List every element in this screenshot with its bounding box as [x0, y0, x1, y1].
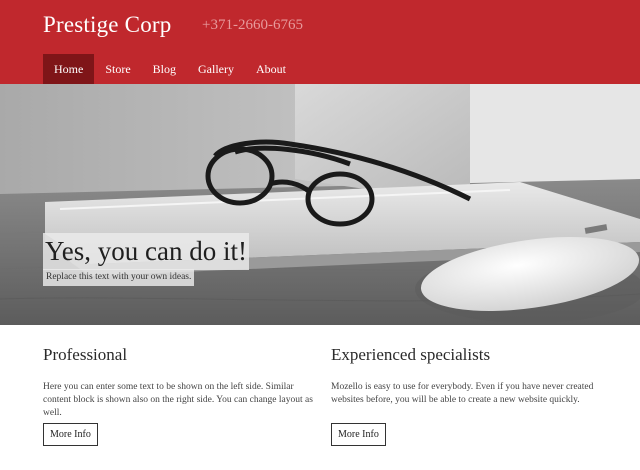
nav-gallery[interactable]: Gallery [187, 54, 245, 84]
nav-home[interactable]: Home [43, 54, 95, 84]
site-logo[interactable]: Prestige Corp [43, 12, 171, 38]
section-text-right: Mozello is easy to use for everybody. Ev… [331, 382, 594, 405]
site-header: Prestige Corp +371-2660-6765 Home Store … [0, 0, 640, 84]
more-info-button-left[interactable]: More Info [43, 423, 98, 446]
nav-about[interactable]: About [245, 54, 297, 84]
section-heading-right: Experienced specialists [331, 345, 491, 364]
hero-subtitle: Replace this text with your own ideas. [43, 269, 195, 286]
hero-title: Yes, you can do it! [43, 233, 249, 270]
phone-number: +371-2660-6765 [202, 17, 303, 33]
section-heading-left: Professional [43, 345, 128, 364]
main-nav: Home Store Blog Gallery About [43, 54, 297, 84]
section-text-left: Here you can enter some text to be shown… [43, 382, 313, 418]
more-info-button-right[interactable]: More Info [331, 423, 386, 446]
content-block-right: Experienced specialists Mozello is easy … [331, 345, 611, 407]
hero-banner: Yes, you can do it! Replace this text wi… [0, 84, 640, 325]
nav-blog[interactable]: Blog [142, 54, 187, 84]
content-block-left: Professional Here you can enter some tex… [43, 345, 323, 420]
nav-store[interactable]: Store [94, 54, 141, 84]
hero-image [0, 84, 640, 325]
